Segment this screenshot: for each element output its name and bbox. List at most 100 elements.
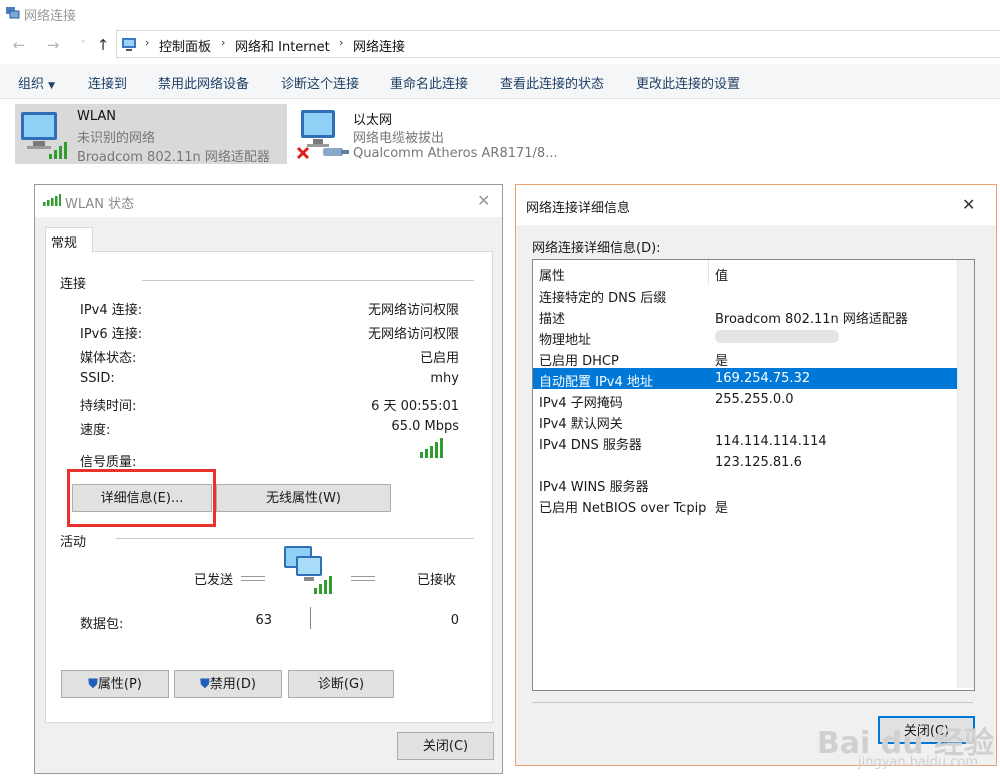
duration-label: 持续时间: [80,399,137,414]
properties-button[interactable]: ⛊属性(P) [61,670,169,698]
list-item[interactable]: 自动配置 IPv4 地址 169.254.75.32 [533,368,958,390]
dialog-title: WLAN 状态 [65,197,135,212]
rename-connection-button[interactable]: 重命名此连接 [390,73,468,92]
adapter-ethernet[interactable]: 以太网 网络电缆被拔出 Qualcomm Atheros AR8171/8... [293,104,573,164]
close-icon[interactable]: ✕ [962,195,975,214]
adapter-device: Broadcom 802.11n 网络适配器 [77,150,270,165]
dialog-title-bar: WLAN 状态 ✕ [35,185,502,217]
signal-strength-icon [420,438,443,458]
window-title: 网络连接 [24,9,77,24]
column-header-value[interactable]: 值 [715,265,728,284]
breadcrumb-separator-icon: › [221,36,226,49]
list-item[interactable]: IPv4 子网掩码 255.255.0.0 [533,389,958,411]
wlan-adapter-icon [21,112,67,159]
organize-label: 组织 [18,77,45,92]
wlan-status-dialog: WLAN 状态 ✕ 常规 连接 IPv4 连接: 无网络访问权限 IPv6 连接… [34,184,503,774]
property-cell: IPv4 默认网关 [539,417,623,432]
adapter-name: 以太网 [353,113,393,128]
packets-label: 数据包: [80,617,124,632]
ipv4-connectivity-label: IPv4 连接: [80,303,143,318]
title-bar: 网络连接 [0,0,1000,28]
property-cell: IPv4 DNS 服务器 [539,438,642,453]
property-cell: IPv4 子网掩码 [539,396,623,411]
property-cell: 描述 [539,312,566,327]
speed-value: 65.0 Mbps [391,419,459,434]
section-divider [142,280,474,281]
media-state-value: 已启用 [419,351,459,366]
list-item[interactable]: 已启用 NetBIOS over Tcpip 是 [533,494,958,516]
sent-label: 已发送 [194,573,234,588]
value-cell: 114.114.114.114 [715,434,827,449]
network-computers-icon [284,546,332,594]
close-icon[interactable]: ✕ [477,191,490,210]
duration-value: 6 天 00:55:01 [371,399,459,414]
column-header-property[interactable]: 属性 [539,265,565,284]
diagnose-button[interactable]: 诊断(G) [288,670,394,698]
breadcrumb-network-connections[interactable]: 网络连接 [353,36,405,55]
adapter-status: 网络电缆被拔出 [353,131,445,146]
value-cell: 169.254.75.32 [715,371,811,386]
close-button[interactable]: 关闭(C) [397,732,494,760]
shield-icon: ⛊ [88,677,98,692]
received-label: 已接收 [417,573,457,588]
value-cell: Broadcom 802.11n 网络适配器 [715,312,908,327]
change-settings-button[interactable]: 更改此连接的设置 [636,73,740,92]
wireless-properties-button[interactable]: 无线属性(W) [216,484,391,512]
property-cell: 自动配置 IPv4 地址 [539,375,653,390]
ipv6-connectivity-label: IPv6 连接: [80,327,143,342]
shield-icon: ⛊ [200,677,210,692]
value-cell: 123.125.81.6 [715,455,802,470]
organize-button[interactable]: 组织 ▼ [18,73,55,92]
control-panel-icon [122,38,136,51]
adapter-name: WLAN [77,109,117,124]
adapter-device: Qualcomm Atheros AR8171/8... [353,146,558,161]
property-cell: IPv4 WINS 服务器 [539,480,649,495]
listview-scrollbar[interactable] [957,260,974,688]
view-status-button[interactable]: 查看此连接的状态 [500,73,604,92]
column-divider[interactable] [708,260,709,284]
details-list-label: 网络连接详细信息(D): [532,241,661,256]
adapter-status: 未识别的网络 [77,131,156,146]
breadcrumb-network-internet[interactable]: 网络和 Internet [235,36,330,55]
list-item[interactable]: IPv4 默认网关 [533,410,958,432]
forward-arrow-icon[interactable]: → [44,36,62,54]
breadcrumb-separator-icon: › [339,36,344,49]
signal-quality-label: 信号质量: [80,455,137,470]
listview-header: 属性 值 [533,260,957,284]
property-cell: 连接特定的 DNS 后缀 [539,291,667,306]
packets-received-value: 0 [450,613,459,628]
tab-general[interactable]: 常规 [45,227,93,253]
breadcrumb-control-panel[interactable]: 控制面板 [159,36,211,55]
activity-line [241,576,265,581]
list-item[interactable]: 123.125.81.6 [533,452,958,473]
ssid-label: SSID: [80,371,115,386]
packets-divider [310,607,311,629]
disable-button[interactable]: ⛊禁用(D) [174,670,282,698]
list-item[interactable]: IPv4 DNS 服务器 114.114.114.114 [533,431,958,453]
dialog-divider [532,702,973,703]
command-bar: 组织 ▼ 连接到 禁用此网络设备 诊断这个连接 重命名此连接 查看此连接的状态 … [0,64,1000,99]
back-arrow-icon[interactable]: ← [10,36,28,54]
activity-line [351,576,375,581]
ethernet-adapter-icon [296,110,349,160]
value-cell: 255.255.0.0 [715,392,794,407]
list-item[interactable]: 描述 Broadcom 802.11n 网络适配器 [533,305,958,327]
list-item[interactable]: 已启用 DHCP 是 [533,347,958,369]
connect-button[interactable]: 连接到 [88,73,127,92]
adapter-wlan[interactable]: WLAN 未识别的网络 Broadcom 802.11n 网络适配器 [15,104,287,165]
list-item[interactable]: IPv4 WINS 服务器 [533,473,958,495]
section-activity-heading: 活动 [60,535,87,550]
up-arrow-icon[interactable]: ↑ [94,36,112,54]
diagnose-connection-button[interactable]: 诊断这个连接 [281,73,359,92]
watermark-url: jingyan.baidu.com [858,755,978,770]
list-item[interactable]: 连接特定的 DNS 后缀 [533,284,958,306]
chevron-down-icon: ▼ [48,81,56,91]
address-bar[interactable]: › 控制面板 › 网络和 Internet › 网络连接 [116,30,1000,58]
recent-dropdown-icon[interactable]: ˅ [74,40,92,51]
value-cell: 是 [715,354,729,369]
speed-label: 速度: [80,423,111,438]
dialog-title-bar: 网络连接详细信息 ✕ [516,185,996,225]
connection-details-dialog: 网络连接详细信息 ✕ 网络连接详细信息(D): 属性 值 连接特定的 DNS 后… [515,184,997,766]
details-listview[interactable]: 属性 值 连接特定的 DNS 后缀 描述 Broadcom 802.11n 网络适配… [532,259,975,691]
disable-device-button[interactable]: 禁用此网络设备 [158,73,249,92]
